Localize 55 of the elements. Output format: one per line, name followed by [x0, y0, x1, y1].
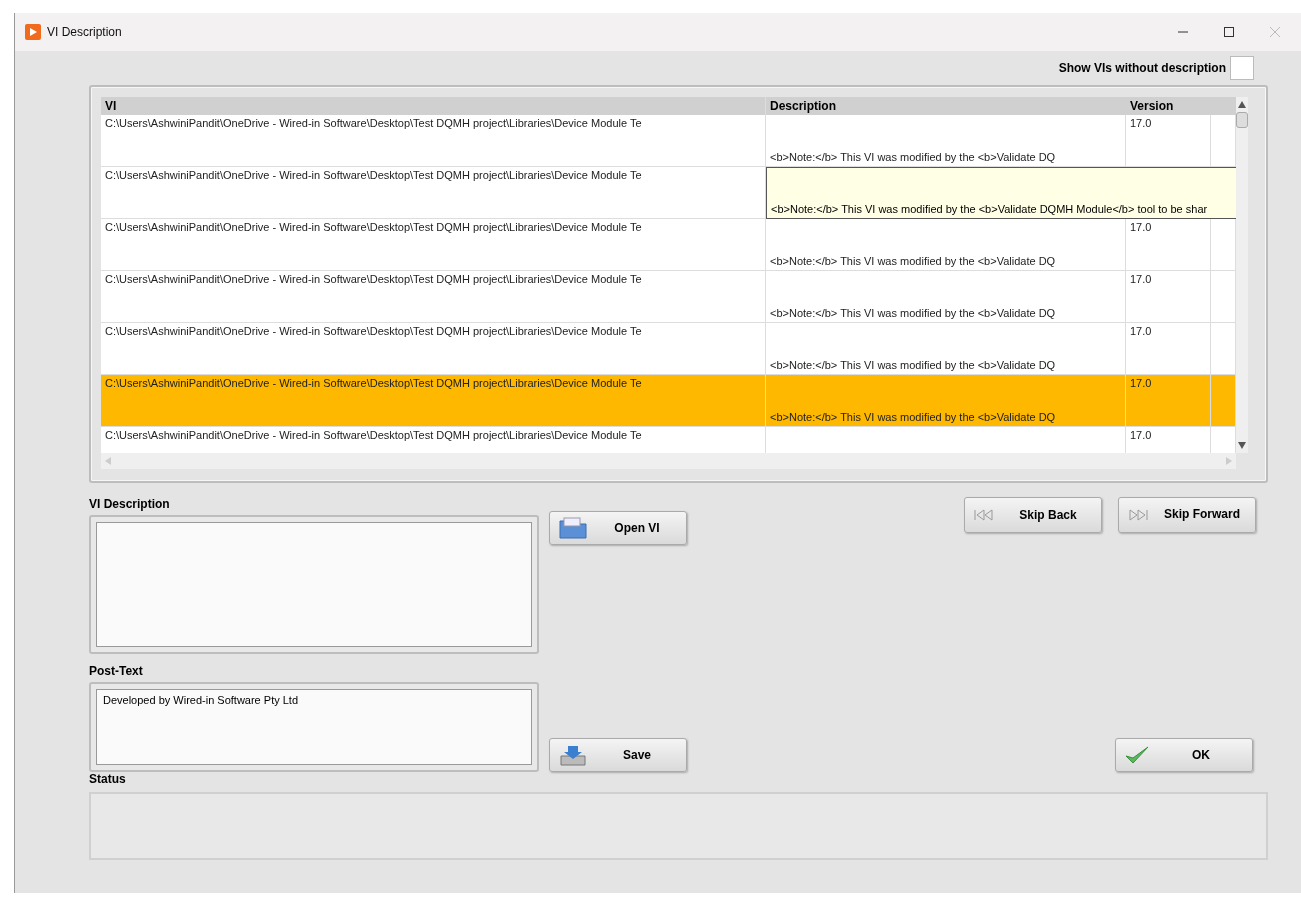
column-header[interactable]: Version [1126, 97, 1211, 115]
table-cell: <b>Note:</b> This VI was modified by the <b>Validate DQ [770, 307, 1056, 319]
column-header[interactable]: Description [766, 97, 1126, 115]
skip-back-button[interactable]: Skip Back [964, 497, 1102, 533]
scroll-down-icon[interactable] [1238, 442, 1246, 449]
post-text-field[interactable]: Developed by Wired-in Software Pty Ltd [96, 689, 532, 765]
table-cell: <b>Note:</b> This VI was modified by the <b>Validate DQ [770, 411, 1056, 423]
horizontal-scrollbar[interactable] [101, 453, 1236, 469]
tooltip: <b>Note:</b> This VI was modified by the <b>Validate DQMH Module</b> tool to be shar [766, 167, 1236, 219]
table-cell: C:\Users\AshwiniPandit\OneDrive - Wired-in Software\Desktop\Test DQMH project\Libraries\Device Module Te [105, 273, 642, 285]
field-label: Post-Text [89, 664, 144, 680]
maximize-icon[interactable] [1223, 26, 1235, 38]
skip-back-icon [973, 509, 995, 521]
table-cell: 17.0 [1130, 221, 1152, 233]
check-icon [1124, 745, 1150, 765]
table-cell: <b>Note:</b> This VI was modified by the <b>Validate DQ [770, 359, 1056, 371]
table-cell: C:\Users\AshwiniPandit\OneDrive - Wired-in Software\Desktop\Test DQMH project\Libraries\Device Module Te [105, 221, 642, 233]
checkbox-label: Show VIs without description [1058, 61, 1226, 75]
table-cell: <b>Note:</b> This VI was modified by the <b>Validate DQ [770, 151, 1056, 163]
table-row[interactable]: C:\Users\AshwiniPandit\OneDrive - Wired-in Software\Desktop\Test DQMH project\Libraries\Device Module Te <b>Note:</b> This VI was modified by the <b>Validate DQ 17.0 [101, 323, 1236, 375]
scroll-right-icon[interactable] [1226, 457, 1232, 465]
table-cell: 17.0 [1130, 325, 1152, 337]
table-row[interactable]: C:\Users\AshwiniPandit\OneDrive - Wired-in Software\Desktop\Test DQMH project\Libraries\Device Module Te <b>Note:</b> This VI was modified by the <b>Validate DQ 17.0 [101, 219, 1236, 271]
field-label: VI Description [89, 497, 171, 513]
table-cell: 17.0 [1130, 429, 1152, 441]
app-logo-icon [25, 24, 41, 40]
table-cell: C:\Users\AshwiniPandit\OneDrive - Wired-in Software\Desktop\Test DQMH project\Libraries\Device Module Te [105, 325, 642, 337]
description-field[interactable] [96, 522, 532, 647]
table-row[interactable]: C:\Users\AshwiniPandit\OneDrive - Wired-in Software\Desktop\Test DQMH project\Libraries\Device Module Te <b>Note:</b> This VI was modified by the <b>Validate DQ 17.0 [101, 375, 1236, 427]
table-cell: C:\Users\AshwiniPandit\OneDrive - Wired-in Software\Desktop\Test DQMH project\Libraries\Device Module Te [105, 429, 642, 441]
checkbox[interactable] [1230, 56, 1254, 80]
ok-button[interactable]: OK [1115, 738, 1253, 772]
table-cell: <b>Note:</b> This VI was modified by the <b>Validate DQ [770, 255, 1056, 267]
table-cell: 17.0 [1130, 117, 1152, 129]
close-icon[interactable] [1269, 26, 1281, 38]
skip-forward-icon [1127, 509, 1149, 521]
table-row[interactable]: C:\Users\AshwiniPandit\OneDrive - Wired-in Software\Desktop\Test DQMH project\Libraries\Device Module Te <b>Note:</b> This VI was modified by the <b>Validate DQMH Module</b> tool to be shar [101, 167, 1236, 219]
folder-icon [558, 517, 588, 539]
table-cell: C:\Users\AshwiniPandit\OneDrive - Wired-in Software\Desktop\Test DQMH project\Libraries\Device Module Te [105, 117, 642, 129]
skip-forward-button[interactable]: Skip Forward [1118, 497, 1256, 533]
scroll-thumb[interactable] [1236, 112, 1248, 128]
tray-arrow-icon [558, 744, 588, 766]
table-cell: C:\Users\AshwiniPandit\OneDrive - Wired-in Software\Desktop\Test DQMH project\Libraries\Device Module Te [105, 377, 642, 389]
open-vi-button[interactable]: Open VI [549, 511, 687, 545]
window-title: VI Description [47, 25, 122, 39]
table-cell: 17.0 [1130, 377, 1152, 389]
table-cell: C:\Users\AshwiniPandit\OneDrive - Wired-in Software\Desktop\Test DQMH project\Libraries\Device Module Te [105, 169, 642, 181]
scroll-left-icon[interactable] [105, 457, 111, 465]
save-button[interactable]: Save [549, 738, 687, 772]
scroll-up-icon[interactable] [1238, 101, 1246, 108]
field-label: Status [89, 772, 127, 788]
vertical-scrollbar[interactable] [1236, 97, 1248, 453]
table-cell: 17.0 [1130, 273, 1152, 285]
table-row[interactable]: C:\Users\AshwiniPandit\OneDrive - Wired-in Software\Desktop\Test DQMH project\Libraries\Device Module Te <b>Note:</b> This VI was modified by the <b>Validate DQ 17.0 [101, 115, 1236, 167]
table-row[interactable]: C:\Users\AshwiniPandit\OneDrive - Wired-in Software\Desktop\Test DQMH project\Libraries\Device Module Te <b>Note:</b> This VI was modified by the <b>Validate DQ 17.0 [101, 271, 1236, 323]
